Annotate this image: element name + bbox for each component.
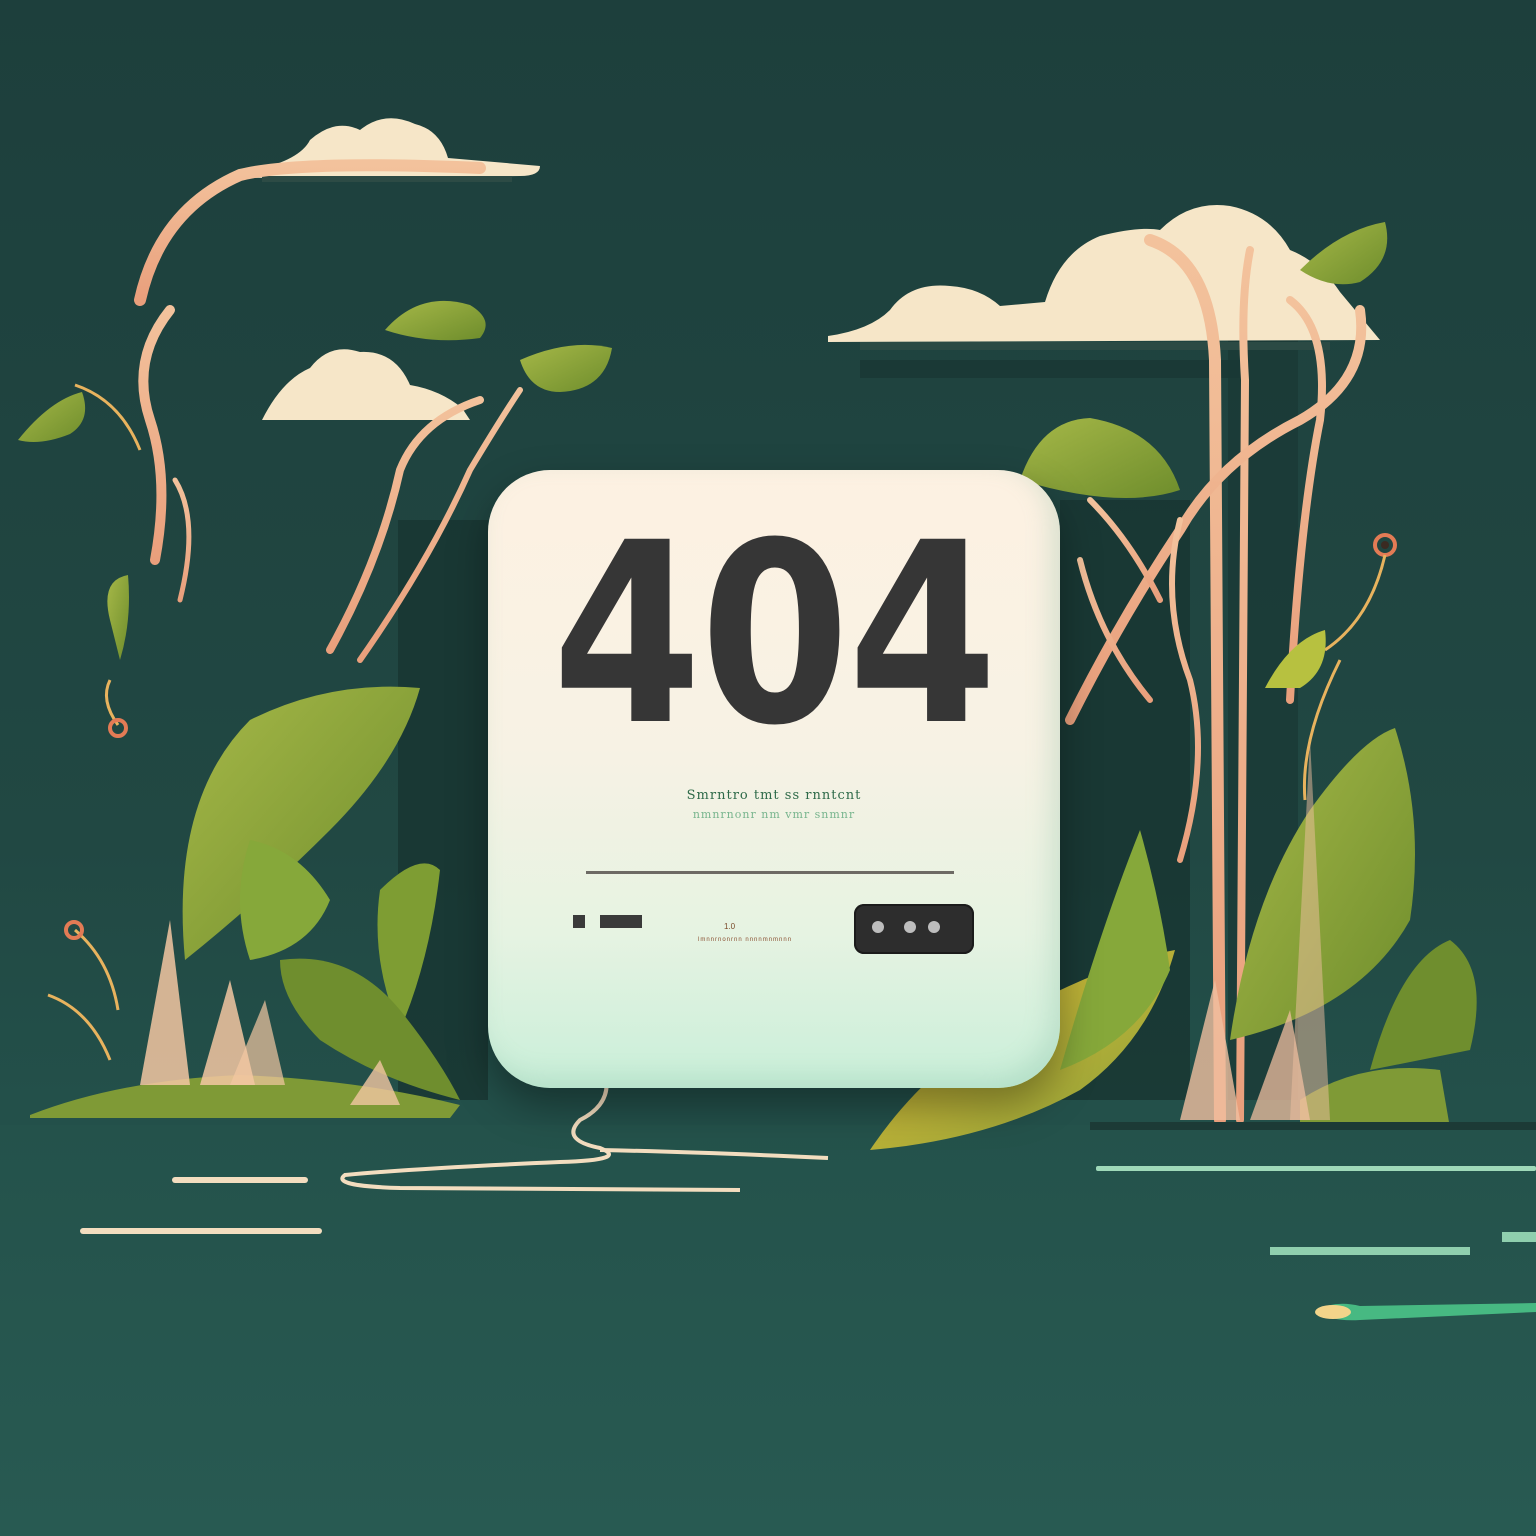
port-led-icon — [928, 921, 940, 933]
fine-print: lmnnrnonrnn nnnnmnmnnn — [698, 937, 793, 943]
version-label: 1.0 — [724, 922, 736, 931]
divider-line — [586, 871, 954, 874]
error-submessage: nmnrnonr nm vmr snmnr — [692, 808, 856, 821]
error-card: 404 Smrntro tmt ss rnntcnt nmnrnonr nm v… — [488, 470, 1060, 1088]
status-bar — [600, 915, 642, 928]
cloud-right — [828, 205, 1380, 350]
cable-branch — [599, 1148, 829, 1160]
floor-dashes — [80, 1166, 1536, 1321]
port-led-icon — [904, 921, 916, 933]
error-message: Smrntro tmt ss rnntcnt — [686, 788, 862, 803]
not-found-scene: 404 Smrntro tmt ss rnntcnt nmnrnonr nm v… — [0, 0, 1536, 1536]
status-dot — [573, 915, 585, 928]
ethernet-port-icon — [854, 904, 974, 954]
port-led-icon — [872, 921, 884, 933]
right-ledge — [1090, 1122, 1536, 1130]
error-code: 404 — [552, 489, 997, 780]
